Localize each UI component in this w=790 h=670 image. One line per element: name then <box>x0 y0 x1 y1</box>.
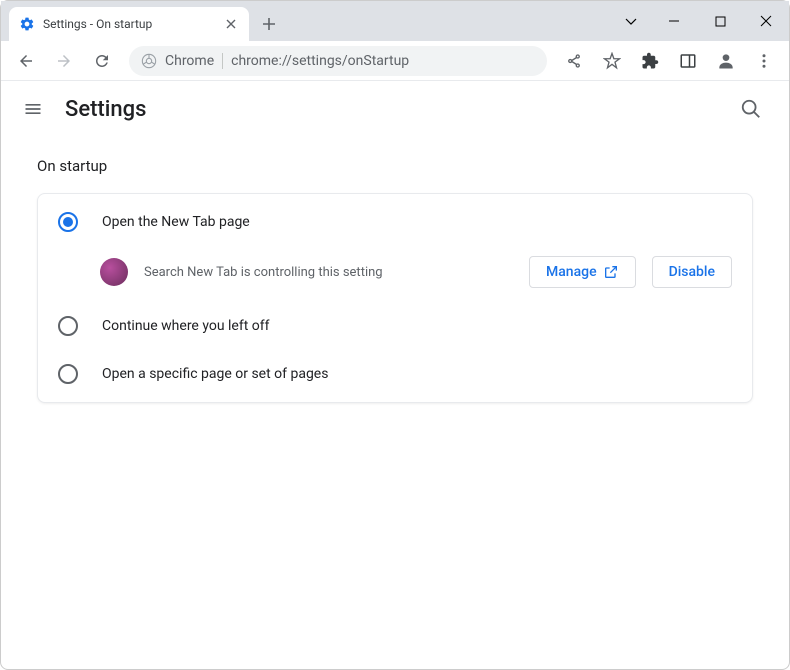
forward-button[interactable] <box>47 44 81 78</box>
settings-header: Settings <box>1 81 789 137</box>
startup-card: Open the New Tab page Search New Tab is … <box>37 193 753 403</box>
disable-button[interactable]: Disable <box>652 256 732 288</box>
window-controls <box>611 1 789 41</box>
page-title: Settings <box>65 97 146 122</box>
external-link-icon <box>603 264 619 280</box>
back-button[interactable] <box>9 44 43 78</box>
share-icon[interactable] <box>557 44 591 78</box>
radio-label: Continue where you left off <box>102 318 270 334</box>
radio-option-continue[interactable]: Continue where you left off <box>38 302 752 350</box>
radio-option-specific[interactable]: Open a specific page or set of pages <box>38 350 752 398</box>
section-title: On startup <box>37 157 753 175</box>
chrome-icon <box>141 53 157 69</box>
radio-label: Open a specific page or set of pages <box>102 366 328 382</box>
extension-app-icon <box>100 258 128 286</box>
close-tab-icon[interactable] <box>223 16 239 32</box>
titlebar: Settings - On startup <box>1 1 789 41</box>
close-window-button[interactable] <box>743 6 789 36</box>
omnibox[interactable]: Chrome chrome://settings/onStartup <box>129 46 547 76</box>
radio-icon <box>58 364 78 384</box>
minimize-button[interactable] <box>651 6 697 36</box>
chevron-down-icon[interactable] <box>611 6 651 36</box>
hamburger-menu-icon[interactable] <box>21 97 45 121</box>
manage-button[interactable]: Manage <box>529 256 636 288</box>
search-icon[interactable] <box>733 91 769 127</box>
sidepanel-icon[interactable] <box>671 44 705 78</box>
browser-tab[interactable]: Settings - On startup <box>9 7 249 41</box>
radio-option-new-tab[interactable]: Open the New Tab page <box>38 198 752 246</box>
gear-icon <box>19 16 35 32</box>
radio-icon-selected <box>58 212 78 232</box>
kebab-menu-icon[interactable] <box>747 44 781 78</box>
omnibox-divider <box>222 53 223 69</box>
omnibox-url: chrome://settings/onStartup <box>231 53 409 69</box>
tab-title: Settings - On startup <box>43 17 215 31</box>
profile-icon[interactable] <box>709 44 743 78</box>
disable-button-label: Disable <box>669 264 715 280</box>
new-tab-button[interactable] <box>255 10 283 38</box>
manage-button-label: Manage <box>546 264 597 280</box>
radio-icon <box>58 316 78 336</box>
bookmark-icon[interactable] <box>595 44 629 78</box>
browser-toolbar: Chrome chrome://settings/onStartup <box>1 41 789 81</box>
extension-notice-text: Search New Tab is controlling this setti… <box>144 265 513 280</box>
settings-content: On startup Open the New Tab page Search … <box>1 137 789 423</box>
reload-button[interactable] <box>85 44 119 78</box>
radio-label: Open the New Tab page <box>102 214 250 230</box>
extensions-icon[interactable] <box>633 44 667 78</box>
extension-notice-row: Search New Tab is controlling this setti… <box>38 246 752 302</box>
maximize-button[interactable] <box>697 6 743 36</box>
omnibox-prefix: Chrome <box>165 53 214 69</box>
